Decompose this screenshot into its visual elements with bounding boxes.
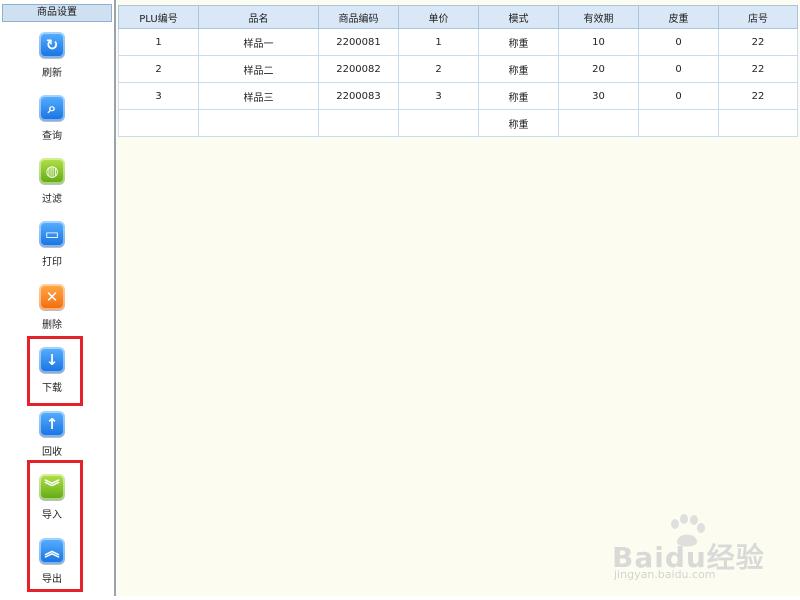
cell-store[interactable]: 22 [718,82,798,110]
baidu-watermark: Baidu经验 jingyan.baidu.com [612,514,792,584]
column-header-name[interactable]: 品名 [198,5,319,29]
delete-icon: ✕ [39,284,65,310]
cell-store[interactable]: 22 [718,28,798,56]
cell-name[interactable]: 样品三 [198,82,319,110]
cell-expiry[interactable] [558,109,639,137]
cell-expiry[interactable]: 20 [558,55,639,83]
main-content: PLU编号 品名 商品编码 单价 模式 有效期 皮重 店号 1 样品一 2200… [116,0,800,596]
cell-plu[interactable]: 1 [118,28,199,56]
cell-name[interactable]: 样品一 [198,28,319,56]
print-button[interactable]: ▭ 打印 [22,221,82,277]
cell-code[interactable]: 2200081 [318,28,399,56]
cell-code[interactable]: 2200082 [318,55,399,83]
upload-icon: ↑ [39,411,65,437]
cell-store[interactable] [718,109,798,137]
toolbar-sidebar: 商品设置 ↻ 刷新 ⌕ 查询 ◍ 过滤 ▭ 打印 ✕ 删除 ↓ 下载 ↑ 回收 [0,0,116,596]
cell-mode[interactable]: 称重 [478,109,559,137]
table-row-new[interactable]: 称重 [118,109,798,137]
cell-tare[interactable] [638,109,719,137]
highlight-box-import-export [27,460,83,592]
delete-label: 删除 [42,320,62,331]
filter-button[interactable]: ◍ 过滤 [22,158,82,214]
filter-label: 过滤 [42,194,62,205]
table-row[interactable]: 3 样品三 2200083 3 称重 30 0 22 [118,82,798,110]
app-window: 商品设置 ↻ 刷新 ⌕ 查询 ◍ 过滤 ▭ 打印 ✕ 删除 ↓ 下载 ↑ 回收 [0,0,800,600]
column-header-store[interactable]: 店号 [718,5,798,29]
product-table: PLU编号 品名 商品编码 单价 模式 有效期 皮重 店号 1 样品一 2200… [118,5,798,137]
cell-price[interactable]: 2 [398,55,479,83]
filter-icon: ◍ [39,158,65,184]
table-row[interactable]: 2 样品二 2200082 2 称重 20 0 22 [118,55,798,83]
search-button[interactable]: ⌕ 查询 [22,95,82,151]
cell-tare[interactable]: 0 [638,82,719,110]
sidebar-title: 商品设置 [2,4,112,22]
search-icon: ⌕ [39,95,65,121]
cell-code[interactable]: 2200083 [318,82,399,110]
column-header-price[interactable]: 单价 [398,5,479,29]
table-row[interactable]: 1 样品一 2200081 1 称重 10 0 22 [118,28,798,56]
cell-mode[interactable]: 称重 [478,55,559,83]
cell-plu[interactable] [118,109,199,137]
cell-code[interactable] [318,109,399,137]
watermark-url: jingyan.baidu.com [614,568,716,581]
recycle-button[interactable]: ↑ 回收 [22,411,82,467]
cell-plu[interactable]: 2 [118,55,199,83]
table-header-row: PLU编号 品名 商品编码 单价 模式 有效期 皮重 店号 [118,5,798,29]
cell-store[interactable]: 22 [718,55,798,83]
delete-button[interactable]: ✕ 删除 [22,284,82,340]
column-header-tare[interactable]: 皮重 [638,5,719,29]
column-header-mode[interactable]: 模式 [478,5,559,29]
cell-expiry[interactable]: 30 [558,82,639,110]
column-header-code[interactable]: 商品编码 [318,5,399,29]
column-header-expiry[interactable]: 有效期 [558,5,639,29]
cell-tare[interactable]: 0 [638,55,719,83]
refresh-icon: ↻ [39,32,65,58]
search-label: 查询 [42,131,62,142]
cell-plu[interactable]: 3 [118,82,199,110]
refresh-label: 刷新 [42,68,62,79]
cell-mode[interactable]: 称重 [478,28,559,56]
cell-name[interactable] [198,109,319,137]
print-icon: ▭ [39,221,65,247]
highlight-box-download [27,336,83,406]
cell-mode[interactable]: 称重 [478,82,559,110]
cell-expiry[interactable]: 10 [558,28,639,56]
cell-price[interactable] [398,109,479,137]
recycle-label: 回收 [42,447,62,458]
cell-price[interactable]: 1 [398,28,479,56]
cell-price[interactable]: 3 [398,82,479,110]
cell-tare[interactable]: 0 [638,28,719,56]
print-label: 打印 [42,257,62,268]
cell-name[interactable]: 样品二 [198,55,319,83]
column-header-plu[interactable]: PLU编号 [118,5,199,29]
refresh-button[interactable]: ↻ 刷新 [22,32,82,88]
